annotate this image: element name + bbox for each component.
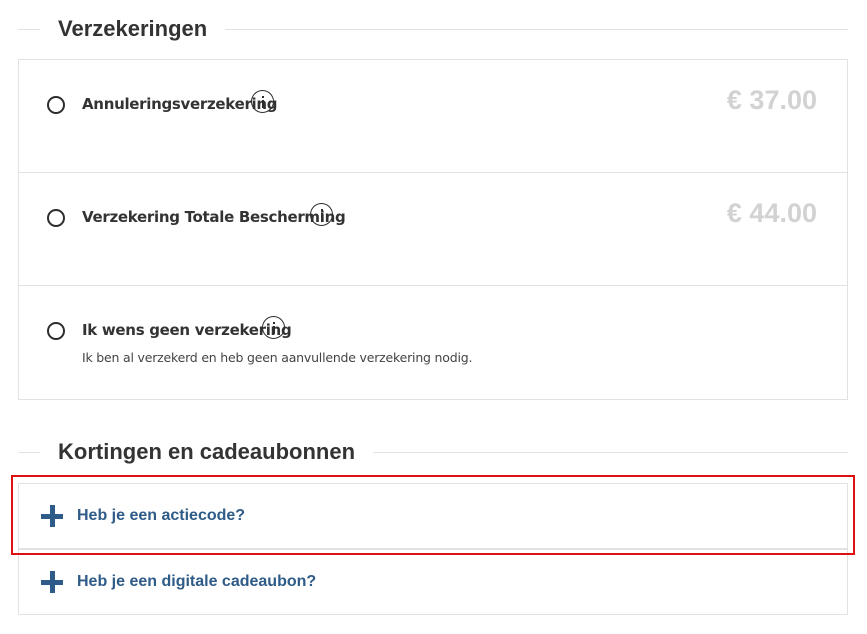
divider <box>18 28 40 30</box>
option-label-no-insurance: Ik wens geen verzekering <box>82 321 292 339</box>
insurance-option-cancellation[interactable]: Annuleringsverzekering € 37.00 <box>19 60 847 173</box>
discounts-section-title: Kortingen en cadeaubonnen <box>58 439 356 464</box>
radio-cancellation[interactable] <box>47 96 65 114</box>
option-label-total-protection: Verzekering Totale Bescherming <box>82 208 346 226</box>
info-icon[interactable] <box>251 90 274 113</box>
gift-card-toggle[interactable]: Heb je een digitale cadeaubon? <box>18 549 848 615</box>
info-icon[interactable] <box>310 203 333 226</box>
divider <box>373 451 848 453</box>
option-price-total-protection: € 44.00 <box>726 198 817 228</box>
insurance-options-panel: Annuleringsverzekering € 37.00 Verzekeri… <box>18 59 848 400</box>
gift-card-label: Heb je een digitale cadeaubon? <box>77 573 317 590</box>
promo-code-toggle[interactable]: Heb je een actiecode? <box>18 483 848 549</box>
divider <box>18 451 40 453</box>
insurance-option-total-protection[interactable]: Verzekering Totale Bescherming € 44.00 <box>19 173 847 286</box>
option-label-cancellation: Annuleringsverzekering <box>82 95 278 113</box>
insurance-section-header: Verzekeringen <box>18 16 848 41</box>
divider <box>225 28 848 30</box>
option-description-no-insurance: Ik ben al verzekerd en heb geen aanvulle… <box>82 350 473 365</box>
info-icon[interactable] <box>262 316 285 339</box>
insurance-option-none[interactable]: Ik wens geen verzekering Ik ben al verze… <box>19 286 847 398</box>
option-price-cancellation: € 37.00 <box>726 85 817 115</box>
discounts-section-header: Kortingen en cadeaubonnen <box>18 439 848 464</box>
radio-no-insurance[interactable] <box>47 322 65 340</box>
insurance-section-title: Verzekeringen <box>58 16 208 41</box>
plus-icon <box>41 505 63 527</box>
radio-total-protection[interactable] <box>47 209 65 227</box>
promo-code-label: Heb je een actiecode? <box>77 507 246 524</box>
plus-icon <box>41 571 63 593</box>
